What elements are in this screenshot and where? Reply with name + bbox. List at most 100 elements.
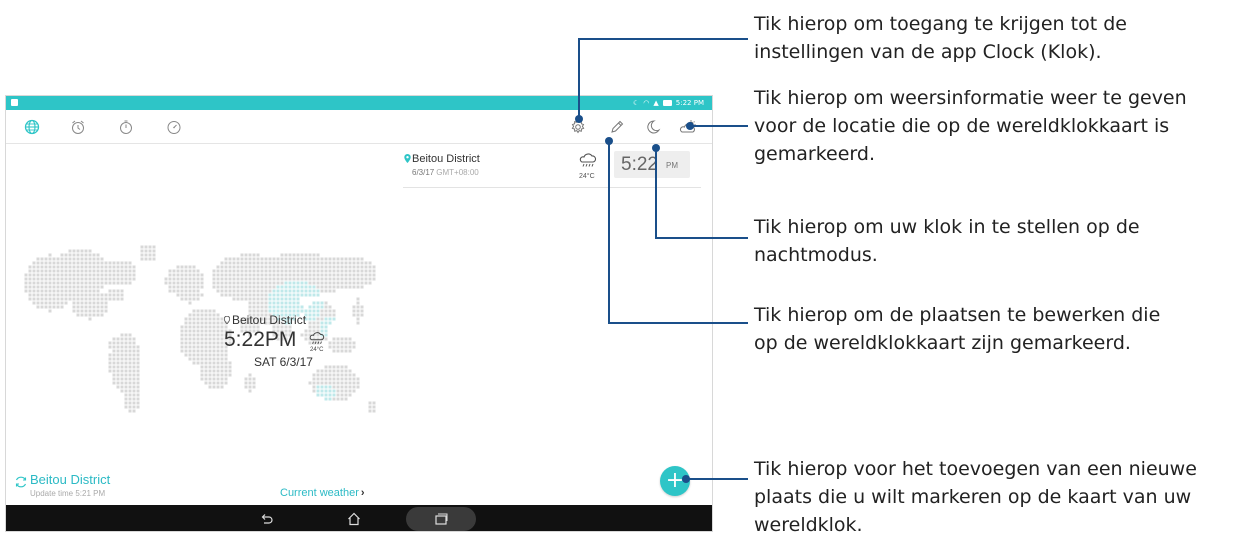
- map-dot: [84, 297, 88, 301]
- map-dot: [72, 297, 76, 301]
- map-dot: [112, 261, 116, 265]
- map-dot: [192, 269, 196, 273]
- map-dot: [60, 293, 64, 297]
- map-dot: [228, 277, 232, 281]
- map-dot: [200, 329, 204, 333]
- map-dot: [280, 257, 284, 261]
- map-dot: [312, 385, 316, 389]
- map-dot: [252, 269, 256, 273]
- map-dot: [148, 249, 152, 253]
- map-dot: [120, 369, 124, 373]
- map-dot: [220, 385, 224, 389]
- map-dot: [80, 261, 84, 265]
- map-dot: [324, 285, 328, 289]
- map-dot: [316, 289, 320, 293]
- map-dot: [116, 341, 120, 345]
- map-dot: [252, 285, 256, 289]
- signal-icon: ▲: [653, 99, 659, 107]
- map-dot: [40, 301, 44, 305]
- map-dot: [116, 345, 120, 349]
- tab-stopwatch[interactable]: [116, 117, 136, 137]
- back-icon[interactable]: [259, 511, 275, 527]
- map-dot: [364, 265, 368, 269]
- map-dot: [332, 377, 336, 381]
- map-dot: [304, 257, 308, 261]
- map-dot: [368, 405, 372, 409]
- map-dot: [340, 277, 344, 281]
- map-dot: [216, 345, 220, 349]
- map-dot: [32, 265, 36, 269]
- map-dot: [312, 269, 316, 273]
- map-dot: [136, 405, 140, 409]
- map-dot: [168, 269, 172, 273]
- map-dot: [40, 269, 44, 273]
- map-dot: [108, 345, 112, 349]
- map-dot: [244, 265, 248, 269]
- map-dot: [32, 269, 36, 273]
- map-dot: [304, 273, 308, 277]
- map-dot: [48, 305, 52, 309]
- night-mode-button[interactable]: [643, 117, 663, 137]
- map-dot: [88, 301, 92, 305]
- map-dot: [128, 353, 132, 357]
- update-time: Update time 5:21 PM: [30, 489, 106, 498]
- map-dot: [48, 309, 52, 313]
- map-dot: [72, 289, 76, 293]
- map-dot: [240, 273, 244, 277]
- map-dot: [272, 265, 276, 269]
- map-dot: [88, 277, 92, 281]
- map-dot: [292, 293, 296, 297]
- city-list-item[interactable]: Beitou District 6/3/17 GMT+08:00 24°C 5:2…: [403, 148, 701, 188]
- map-dot: [40, 265, 44, 269]
- map-dot: [52, 301, 56, 305]
- map-dot: [312, 381, 316, 385]
- map-dot: [204, 317, 208, 321]
- map-dot: [224, 377, 228, 381]
- map-dot: [172, 273, 176, 277]
- recent-apps-icon[interactable]: [433, 511, 449, 527]
- map-dot: [360, 305, 364, 309]
- map-dot: [144, 257, 148, 261]
- weather-button[interactable]: [678, 117, 698, 137]
- map-dot: [216, 337, 220, 341]
- map-dot: [224, 273, 228, 277]
- refresh-icon[interactable]: [14, 475, 28, 489]
- map-dot: [88, 317, 92, 321]
- map-dot: [268, 257, 272, 261]
- map-dot: [276, 297, 280, 301]
- map-dot: [352, 273, 356, 277]
- tab-timer[interactable]: [164, 117, 184, 137]
- map-dot: [76, 285, 80, 289]
- map-dot: [348, 273, 352, 277]
- map-dot: [188, 337, 192, 341]
- map-dot: [184, 333, 188, 337]
- map-dot: [176, 289, 180, 293]
- map-dot: [284, 265, 288, 269]
- map-dot: [352, 373, 356, 377]
- map-dot: [244, 293, 248, 297]
- map-dot: [100, 257, 104, 261]
- home-icon[interactable]: [346, 511, 362, 527]
- map-dot: [184, 337, 188, 341]
- map-dot: [272, 297, 276, 301]
- map-dot: [84, 309, 88, 313]
- tab-alarm[interactable]: [68, 117, 88, 137]
- map-dot: [104, 309, 108, 313]
- map-dot: [352, 305, 356, 309]
- add-city-button[interactable]: +: [660, 466, 690, 496]
- weather-location[interactable]: Beitou District: [30, 472, 110, 487]
- settings-button[interactable]: [568, 117, 588, 137]
- map-dot: [328, 277, 332, 281]
- map-dot: [128, 385, 132, 389]
- map-dot: [240, 257, 244, 261]
- tab-world-clock[interactable]: [22, 117, 42, 137]
- map-dot: [36, 305, 40, 309]
- current-weather-link[interactable]: Current weather ›: [280, 487, 365, 499]
- map-dot: [216, 365, 220, 369]
- map-dot: [212, 317, 216, 321]
- map-dot: [40, 305, 44, 309]
- map-dot: [152, 249, 156, 253]
- map-dot: [76, 253, 80, 257]
- map-dot: [116, 261, 120, 265]
- edit-button[interactable]: [607, 117, 627, 137]
